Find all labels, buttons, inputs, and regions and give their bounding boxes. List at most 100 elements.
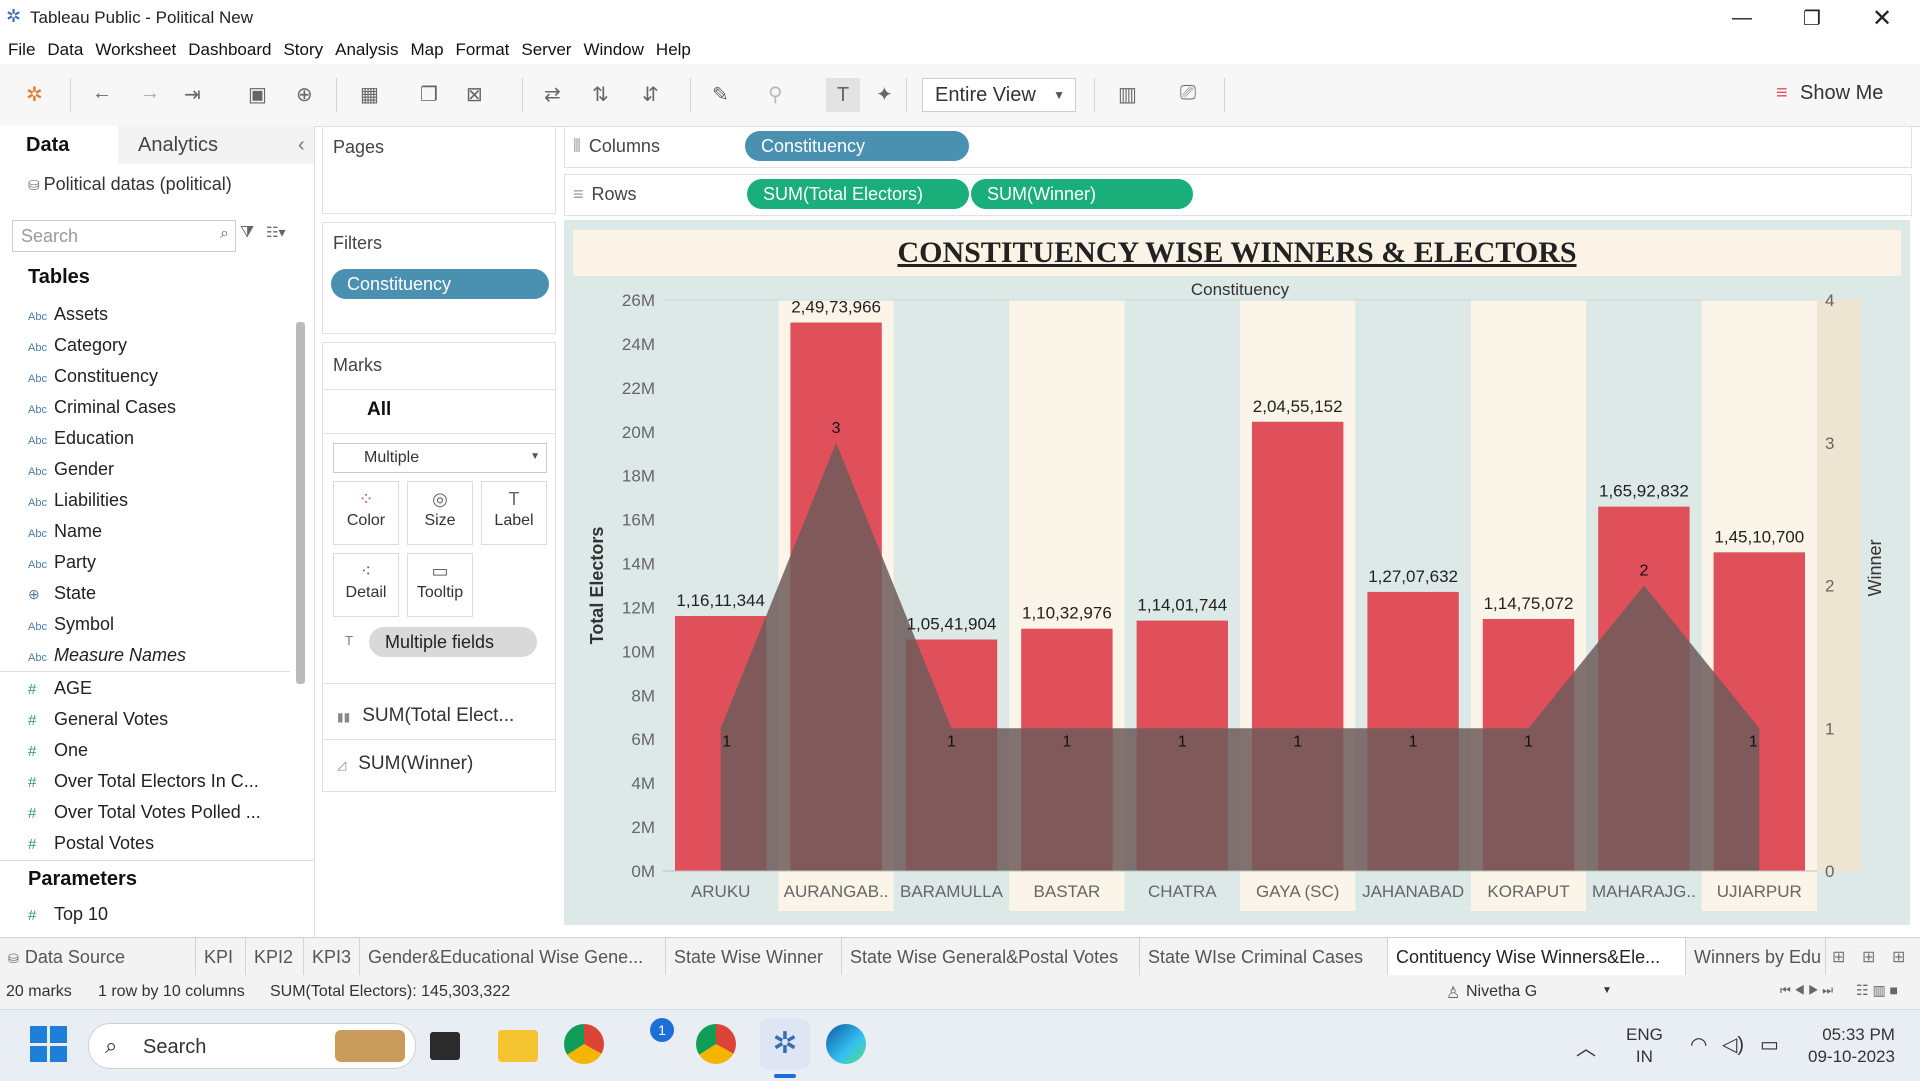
search-input[interactable]: Search ⌕ [12, 220, 236, 252]
menu-analysis[interactable]: Analysis [335, 40, 398, 60]
tab-data-source[interactable]: ⛁ Data Source [0, 938, 196, 976]
redo-icon[interactable]: → [140, 82, 160, 105]
field-age[interactable]: # AGE [28, 678, 92, 699]
pin-icon[interactable]: ✦ [876, 82, 893, 107]
field-one[interactable]: # One [28, 740, 88, 761]
marks-all-tab[interactable]: All [367, 399, 391, 421]
new-datasource-icon[interactable]: ⊕ [296, 82, 313, 107]
collapse-icon[interactable]: ‹ [298, 134, 305, 157]
group-icon[interactable]: ⚲ [768, 82, 783, 107]
tableau-taskbar-icon[interactable]: ✲ [760, 1019, 810, 1069]
field-name[interactable]: Abc Name [28, 521, 102, 542]
chrome-icon[interactable] [564, 1024, 604, 1064]
rows-pill-winner[interactable]: SUM(Winner) [971, 179, 1193, 209]
volume-icon[interactable]: ◁) [1722, 1032, 1744, 1057]
parameter-top-10[interactable]: # Top 10 [28, 904, 108, 925]
multiple-fields-pill[interactable]: Multiple fields [369, 627, 537, 657]
highlight-icon[interactable]: ✎ [712, 82, 729, 107]
maximize-button[interactable]: ❐ [1782, 0, 1842, 36]
scrollbar[interactable] [296, 322, 305, 684]
sheet-view-icon[interactable]: ☷ ▥ ■ [1856, 982, 1898, 999]
sheet-navigation-icon[interactable]: ⏮ ◀ ▶ ⏭ [1780, 983, 1833, 998]
file-explorer-icon[interactable] [498, 1030, 538, 1062]
color-button[interactable]: ⁘ Color [333, 481, 399, 545]
menu-format[interactable]: Format [456, 40, 510, 60]
clear-sheet-icon[interactable]: ⊠ [466, 82, 483, 107]
show-labels-icon[interactable]: T [826, 78, 860, 112]
tab-kpi3[interactable]: KPI3 [304, 938, 360, 976]
detail-button[interactable]: ⁖ Detail [333, 553, 399, 617]
show-me-icon[interactable]: ≡ [1776, 82, 1788, 105]
menu-help[interactable]: Help [656, 40, 691, 60]
tab-kpi[interactable]: KPI [196, 938, 246, 976]
user-name[interactable]: Nivetha G [1466, 983, 1537, 1001]
tab-state-criminal-cases[interactable]: State WIse Criminal Cases [1140, 938, 1388, 976]
battery-icon[interactable]: ▭ [1760, 1032, 1779, 1057]
menu-dashboard[interactable]: Dashboard [188, 40, 271, 60]
field-general-votes[interactable]: # General Votes [28, 709, 168, 730]
sort-descending-icon[interactable]: ⇵ [642, 82, 659, 107]
language-indicator[interactable]: ENG IN [1626, 1024, 1663, 1068]
presentation-icon[interactable]: ⎚ [1180, 82, 1196, 105]
menu-map[interactable]: Map [410, 40, 443, 60]
duplicate-icon[interactable]: ❐ [420, 82, 438, 107]
label-button[interactable]: T Label [481, 481, 547, 545]
menu-worksheet[interactable]: Worksheet [95, 40, 176, 60]
field-measure-names[interactable]: Abc Measure Names [28, 645, 186, 666]
new-worksheet-icon[interactable]: ▦ [360, 82, 379, 107]
fit-dropdown[interactable]: Entire View ▼ [922, 78, 1076, 112]
field-liabilities[interactable]: Abc Liabilities [28, 490, 128, 511]
tableau-home-icon[interactable]: ✲ [26, 82, 43, 107]
field-criminal-cases[interactable]: Abc Criminal Cases [28, 397, 176, 418]
undo-icon[interactable]: ← [92, 82, 112, 105]
tab-kpi2[interactable]: KPI2 [246, 938, 304, 976]
show-cards-icon[interactable]: ▥ [1118, 82, 1137, 107]
new-story-tab-icon[interactable]: ⊞ [1892, 947, 1905, 967]
chevron-up-icon[interactable]: ︿ [1576, 1032, 1596, 1061]
sort-ascending-icon[interactable]: ⇅ [592, 82, 609, 107]
menu-window[interactable]: Window [583, 40, 643, 60]
field-category[interactable]: Abc Category [28, 335, 127, 356]
tab-winners-by-edu[interactable]: Winners by Edu [1686, 938, 1826, 976]
measure-total-electors[interactable]: ▮▮ SUM(Total Elect... [337, 705, 514, 727]
minimize-button[interactable]: — [1712, 0, 1772, 36]
taskbar-search[interactable]: ⌕ Search [88, 1023, 416, 1069]
tab-analytics[interactable]: Analytics ‹ [118, 126, 314, 164]
filter-pill-constituency[interactable]: Constituency [331, 269, 549, 299]
filter-icon[interactable]: ⧩ [240, 224, 254, 242]
rows-pill-total-electors[interactable]: SUM(Total Electors) [747, 179, 969, 209]
field-gender[interactable]: Abc Gender [28, 459, 114, 480]
edge-icon[interactable] [826, 1024, 866, 1064]
size-button[interactable]: ◎ Size [407, 481, 473, 545]
mark-type-dropdown[interactable]: Multiple ▼ [333, 443, 547, 473]
menu-server[interactable]: Server [521, 40, 571, 60]
replay-icon[interactable]: ⇥ [184, 82, 201, 107]
measure-winner[interactable]: ◿ SUM(Winner) [337, 753, 473, 775]
new-worksheet-tab-icon[interactable]: ⊞ [1832, 947, 1845, 967]
chrome-profile-icon[interactable] [696, 1024, 736, 1064]
field-over-total-votes-polled[interactable]: # Over Total Votes Polled ... [28, 802, 261, 823]
tooltip-button[interactable]: ▭ Tooltip [407, 553, 473, 617]
close-button[interactable]: ✕ [1852, 0, 1912, 36]
field-symbol[interactable]: Abc Symbol [28, 614, 114, 635]
new-dashboard-tab-icon[interactable]: ⊞ [1862, 947, 1875, 967]
tab-state-wise-votes[interactable]: State Wise General&Postal Votes [842, 938, 1140, 976]
wifi-icon[interactable]: ◠ [1690, 1032, 1707, 1057]
datasource-item[interactable]: ⛁ Political datas (political) [28, 174, 232, 195]
tab-gender-educational[interactable]: Gender&Educational Wise Gene... [360, 938, 666, 976]
field-party[interactable]: Abc Party [28, 552, 96, 573]
menu-story[interactable]: Story [283, 40, 323, 60]
swap-icon[interactable]: ⇄ [544, 82, 561, 107]
tab-data[interactable]: Data [0, 126, 118, 167]
save-icon[interactable]: ▣ [248, 82, 267, 107]
field-assets[interactable]: Abc Assets [28, 304, 108, 325]
field-constituency[interactable]: Abc Constituency [28, 366, 158, 387]
tab-constituency-winners[interactable]: Contituency Wise Winners&Ele... [1388, 938, 1686, 976]
view-options-icon[interactable]: ☷▾ [266, 224, 286, 241]
field-postal-votes[interactable]: # Postal Votes [28, 833, 154, 854]
tab-state-wise-winner[interactable]: State Wise Winner [666, 938, 842, 976]
menu-file[interactable]: File [8, 40, 35, 60]
chevron-down-icon[interactable]: ▼ [1602, 985, 1612, 996]
field-over-total-electors[interactable]: # Over Total Electors In C... [28, 771, 259, 792]
field-state[interactable]: ⊕ State [28, 583, 96, 604]
